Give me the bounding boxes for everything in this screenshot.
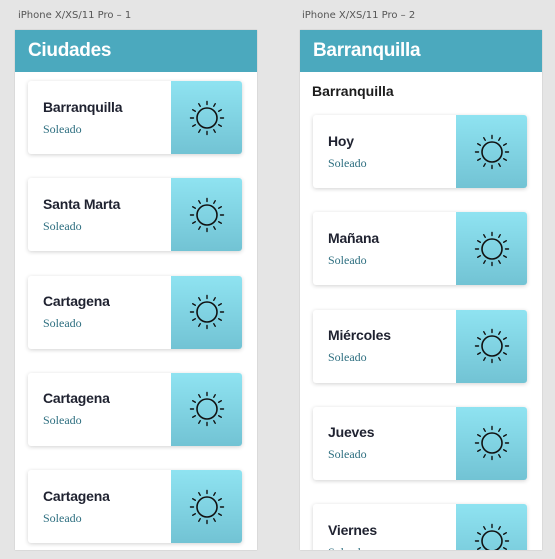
card-status: Soleado (43, 510, 82, 525)
weather-card[interactable]: Miércoles Soleado (313, 309, 527, 383)
weather-card[interactable]: Cartagena Soleado (28, 372, 242, 446)
card-title: Hoy (328, 132, 354, 149)
sun-icon (171, 178, 242, 252)
screen-city-detail: Barranquilla Barranquilla Hoy Soleado Maña… (300, 30, 542, 550)
sun-icon (456, 115, 527, 188)
card-status: Soleado (43, 121, 82, 136)
weather-card[interactable]: Jueves Soleado (313, 406, 527, 480)
card-text: Viernes Soleado (313, 504, 456, 550)
card-title: Santa Marta (43, 195, 121, 212)
card-text: Hoy Soleado (313, 115, 456, 188)
screen-ciudades: Ciudades Barranquilla Soleado Santa Marta S… (15, 30, 257, 550)
sun-icon (456, 309, 527, 383)
sun-icon (456, 212, 527, 286)
card-status: Soleado (43, 413, 82, 428)
card-status: Soleado (328, 350, 367, 365)
sun-icon (171, 470, 242, 544)
card-text: Jueves Soleado (313, 407, 456, 480)
app-bar-title: Barranquilla (300, 30, 542, 72)
card-title: Viernes (328, 521, 377, 538)
app-bar-title: Ciudades (15, 30, 257, 72)
card-title: Miércoles (328, 327, 391, 344)
card-title: Mañana (328, 229, 379, 246)
weather-card[interactable]: Viernes Soleado (313, 504, 527, 550)
card-text: Cartagena Soleado (28, 470, 171, 543)
card-title: Barranquilla (43, 98, 123, 115)
card-status: Soleado (328, 155, 367, 170)
sun-icon (171, 275, 242, 349)
card-status: Soleado (43, 218, 82, 233)
card-text: Barranquilla Soleado (28, 81, 171, 154)
card-status: Soleado (43, 316, 82, 331)
weather-card[interactable]: Mañana Soleado (313, 212, 527, 286)
weather-card[interactable]: Cartagena Soleado (28, 275, 242, 349)
sun-icon (171, 81, 242, 154)
card-title: Cartagena (43, 390, 110, 407)
artboard-label-2: iPhone X/XS/11 Pro – 2 (302, 10, 416, 21)
weather-card[interactable]: Cartagena Soleado (28, 470, 242, 544)
card-text: Cartagena Soleado (28, 276, 171, 349)
city-subtitle: Barranquilla (312, 83, 394, 99)
sun-icon (171, 372, 242, 446)
card-title: Cartagena (43, 293, 110, 310)
card-title: Jueves (328, 424, 375, 441)
card-text: Santa Marta Soleado (28, 178, 171, 251)
card-text: Cartagena Soleado (28, 373, 171, 446)
card-status: Soleado (328, 447, 367, 462)
weather-card[interactable]: Hoy Soleado (313, 115, 527, 188)
sun-icon (456, 406, 527, 480)
card-text: Miércoles Soleado (313, 310, 456, 383)
card-status: Soleado (328, 252, 367, 267)
card-status: Soleado (328, 545, 456, 550)
artboard-label-1: iPhone X/XS/11 Pro – 1 (18, 10, 132, 21)
weather-card[interactable]: Barranquilla Soleado (28, 81, 242, 154)
card-title: Cartagena (43, 487, 110, 504)
sun-icon (456, 504, 527, 550)
weather-card[interactable]: Santa Marta Soleado (28, 178, 242, 252)
card-text: Mañana Soleado (313, 212, 456, 285)
